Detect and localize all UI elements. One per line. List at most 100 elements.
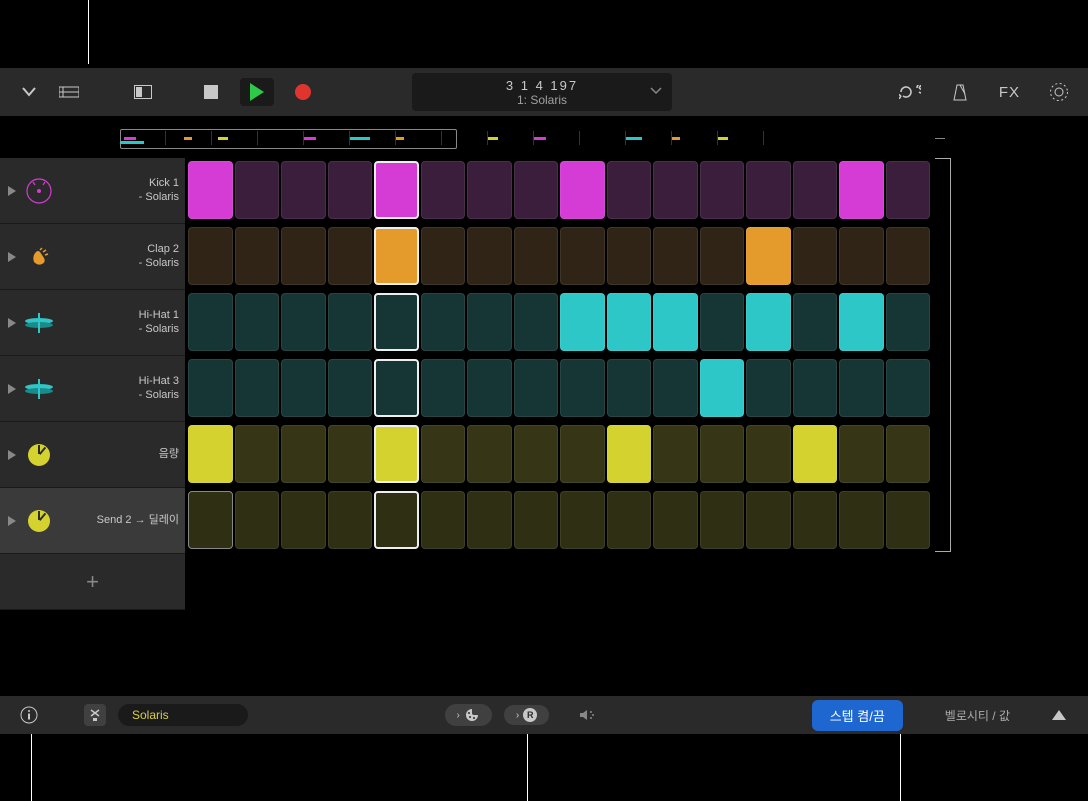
step-cell[interactable] [560, 293, 605, 351]
step-cell[interactable] [374, 293, 419, 351]
disclosure-right-icon[interactable] [8, 318, 16, 328]
pattern-name-field[interactable]: Solaris [118, 704, 248, 726]
disclosure-down-icon[interactable] [18, 81, 40, 103]
step-cell[interactable] [700, 359, 745, 417]
edit-mode-label[interactable]: 벨로시티 / 값 [945, 707, 1010, 724]
window-icon[interactable] [132, 81, 154, 103]
expand-up-icon[interactable] [1048, 704, 1070, 726]
step-cell[interactable] [560, 359, 605, 417]
step-cell[interactable] [374, 359, 419, 417]
step-cell[interactable] [886, 227, 931, 285]
step-cell[interactable] [653, 161, 698, 219]
step-cell[interactable] [793, 425, 838, 483]
step-cell[interactable] [793, 359, 838, 417]
gear-icon[interactable] [1048, 81, 1070, 103]
step-cell[interactable] [607, 491, 652, 549]
row-header[interactable]: Kick 1- Solaris [0, 158, 185, 224]
step-cell[interactable] [235, 293, 280, 351]
step-cell[interactable] [188, 161, 233, 219]
row-header[interactable]: Hi-Hat 3- Solaris [0, 356, 185, 422]
step-on-off-button[interactable]: 스텝 켬/끔 [812, 700, 903, 731]
add-row-button[interactable]: + [0, 554, 185, 610]
step-cell[interactable] [653, 359, 698, 417]
step-cell[interactable] [421, 227, 466, 285]
step-cell[interactable] [746, 425, 791, 483]
step-cell[interactable] [188, 227, 233, 285]
step-cell[interactable] [328, 161, 373, 219]
step-cell[interactable] [467, 425, 512, 483]
step-cell[interactable] [839, 425, 884, 483]
step-cell[interactable] [514, 425, 559, 483]
step-cell[interactable] [746, 293, 791, 351]
step-cell[interactable] [839, 491, 884, 549]
step-cell[interactable] [607, 425, 652, 483]
disclosure-right-icon[interactable] [8, 516, 16, 526]
tracks-icon[interactable] [58, 81, 80, 103]
step-cell[interactable] [607, 359, 652, 417]
step-cell[interactable] [421, 293, 466, 351]
randomize-button[interactable]: › R [504, 705, 549, 725]
step-cell[interactable] [281, 359, 326, 417]
disclosure-right-icon[interactable] [8, 186, 16, 196]
fx-button[interactable]: FX [999, 84, 1020, 101]
step-cell[interactable] [746, 359, 791, 417]
step-cell[interactable] [328, 359, 373, 417]
step-cell[interactable] [514, 491, 559, 549]
cycle-icon[interactable] [899, 81, 921, 103]
step-cell[interactable] [421, 425, 466, 483]
step-cell[interactable] [653, 425, 698, 483]
step-cell[interactable] [560, 227, 605, 285]
row-header[interactable]: 음량 [0, 422, 185, 488]
step-cell[interactable] [653, 227, 698, 285]
step-cell[interactable] [421, 491, 466, 549]
step-cell[interactable] [839, 293, 884, 351]
close-icon[interactable] [84, 704, 106, 726]
step-cell[interactable] [188, 491, 233, 549]
step-cell[interactable] [281, 161, 326, 219]
step-cell[interactable] [514, 293, 559, 351]
step-cell[interactable] [607, 293, 652, 351]
step-cell[interactable] [560, 161, 605, 219]
step-cell[interactable] [281, 425, 326, 483]
step-cell[interactable] [374, 227, 419, 285]
step-cell[interactable] [886, 491, 931, 549]
step-cell[interactable] [746, 161, 791, 219]
step-cell[interactable] [281, 491, 326, 549]
step-cell[interactable] [793, 293, 838, 351]
row-header[interactable]: Send 2 → 딜레이 [0, 488, 185, 554]
info-icon[interactable] [18, 704, 40, 726]
step-cell[interactable] [839, 359, 884, 417]
stop-button[interactable] [200, 81, 222, 103]
step-cell[interactable] [235, 227, 280, 285]
pattern-ruler[interactable] [120, 131, 800, 147]
row-header[interactable]: Clap 2- Solaris [0, 224, 185, 290]
step-cell[interactable] [839, 227, 884, 285]
step-cell[interactable] [653, 491, 698, 549]
metronome-icon[interactable] [949, 81, 971, 103]
step-cell[interactable] [328, 293, 373, 351]
step-cell[interactable] [467, 359, 512, 417]
step-cell[interactable] [467, 227, 512, 285]
step-cell[interactable] [328, 425, 373, 483]
step-cell[interactable] [560, 425, 605, 483]
lcd-display[interactable]: 3 1 4 197 1: Solaris [412, 73, 672, 111]
record-button[interactable] [292, 81, 314, 103]
step-cell[interactable] [235, 359, 280, 417]
step-cell[interactable] [467, 161, 512, 219]
step-cell[interactable] [328, 491, 373, 549]
step-cell[interactable] [421, 161, 466, 219]
step-cell[interactable] [746, 491, 791, 549]
step-cell[interactable] [421, 359, 466, 417]
step-cell[interactable] [886, 425, 931, 483]
step-cell[interactable] [235, 425, 280, 483]
step-cell[interactable] [188, 293, 233, 351]
step-cell[interactable] [281, 293, 326, 351]
speaker-icon[interactable] [577, 704, 599, 726]
step-cell[interactable] [514, 359, 559, 417]
step-cell[interactable] [328, 227, 373, 285]
play-button[interactable] [240, 78, 274, 106]
step-cell[interactable] [514, 161, 559, 219]
step-cell[interactable] [235, 161, 280, 219]
step-cell[interactable] [793, 491, 838, 549]
step-cell[interactable] [374, 425, 419, 483]
